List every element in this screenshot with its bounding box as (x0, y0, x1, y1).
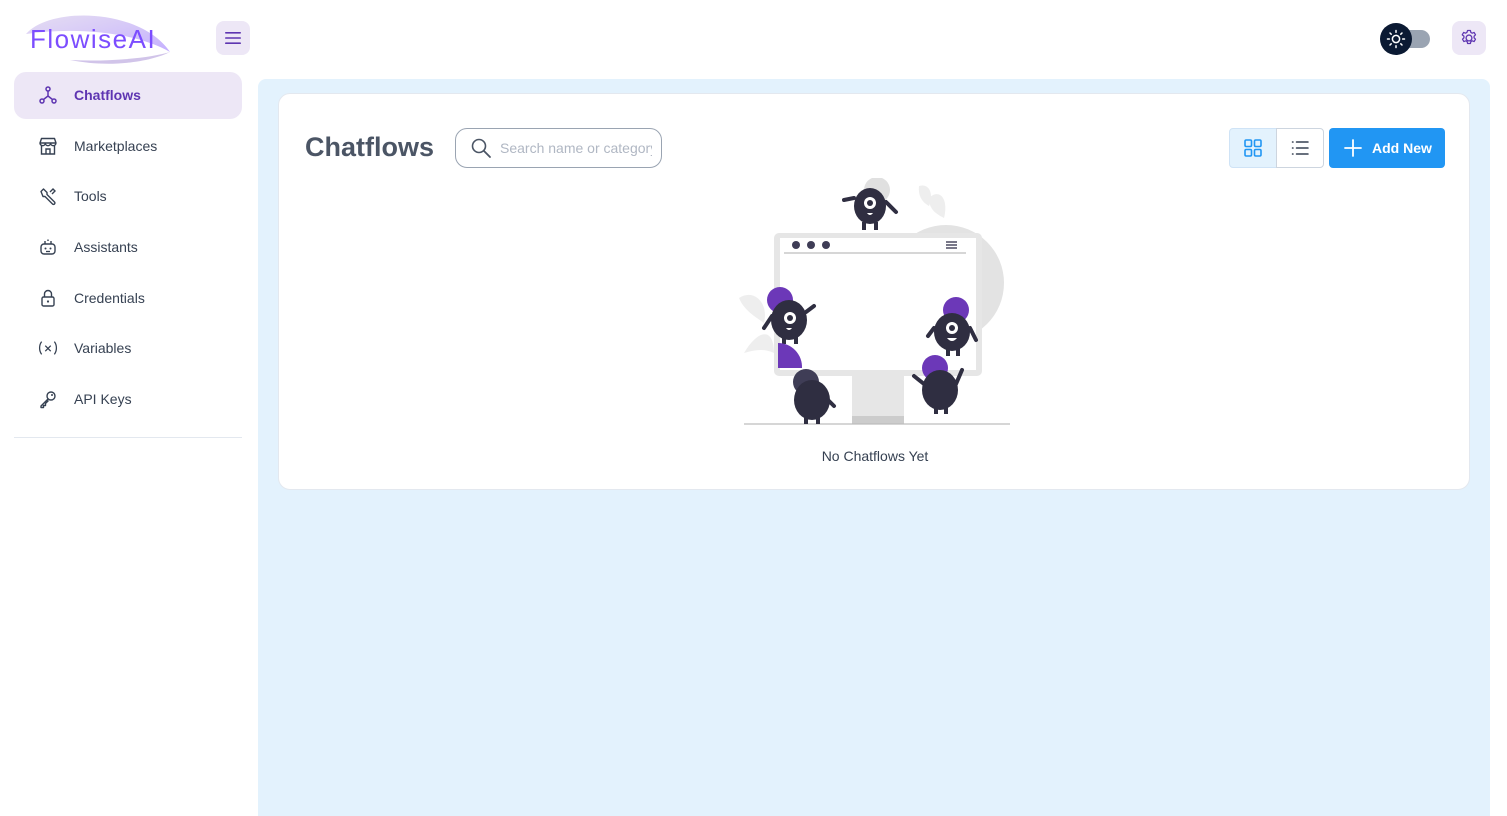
plus-icon (1344, 139, 1362, 157)
sidebar-item-chatflows[interactable]: Chatflows (14, 72, 242, 119)
search-field[interactable] (455, 128, 662, 168)
list-view-button[interactable] (1276, 128, 1324, 168)
view-mode-toggle (1229, 128, 1324, 168)
sidebar-item-label: Credentials (74, 290, 145, 306)
dark-mode-switch[interactable] (1380, 22, 1432, 56)
variable-icon (38, 338, 58, 358)
sidebar-item-label: API Keys (74, 391, 132, 407)
sidebar-item-api-keys[interactable]: API Keys (14, 376, 242, 423)
sidebar-item-label: Chatflows (74, 87, 141, 103)
sidebar-item-label: Variables (74, 340, 132, 356)
add-new-button[interactable]: Add New (1329, 128, 1445, 168)
wrench-icon (38, 186, 58, 206)
grid-view-button[interactable] (1229, 128, 1277, 168)
flowise-logo[interactable]: FlowiseAI (20, 12, 176, 64)
search-input[interactable] (500, 135, 652, 161)
sidebar-item-label: Tools (74, 188, 107, 204)
grid-icon (1244, 139, 1262, 157)
switch-thumb (1380, 23, 1412, 55)
add-new-label: Add New (1372, 140, 1432, 156)
main-content: Chatflows Search name or category Add Ne… (258, 79, 1490, 816)
empty-state-message: No Chatflows Yet (821, 448, 929, 464)
sidebar-item-label: Assistants (74, 239, 138, 255)
sidebar-item-variables[interactable]: Variables (14, 325, 242, 372)
key-icon (38, 389, 58, 409)
chatflows-card: Chatflows Search name or category Add Ne… (278, 93, 1470, 490)
robot-icon (38, 237, 58, 257)
chatflow-icon (38, 85, 58, 105)
logo-text: FlowiseAI (30, 24, 157, 54)
header: FlowiseAI (0, 0, 1507, 78)
sidebar-item-label: Marketplaces (74, 138, 158, 154)
gear-icon (1461, 29, 1477, 45)
menu-toggle-button[interactable] (216, 21, 250, 55)
sun-icon (1386, 29, 1406, 49)
lock-icon (38, 288, 58, 308)
store-icon (38, 136, 58, 156)
settings-button[interactable] (1452, 21, 1486, 55)
sidebar-item-marketplaces[interactable]: Marketplaces (14, 123, 242, 170)
hamburger-icon (225, 32, 241, 44)
sidebar: Chatflows Marketplaces Tools Assistants … (0, 72, 258, 816)
empty-state-illustration (739, 178, 1010, 425)
sidebar-item-assistants[interactable]: Assistants (14, 224, 242, 271)
sidebar-divider (14, 437, 242, 438)
page-title: Chatflows (305, 132, 435, 162)
list-icon (1291, 141, 1309, 155)
sidebar-item-credentials[interactable]: Credentials (14, 275, 242, 322)
sidebar-item-tools[interactable]: Tools (14, 173, 242, 220)
search-icon (471, 138, 491, 158)
app-root: FlowiseAI Chatflows Marketplaces Tools A… (0, 0, 1507, 816)
